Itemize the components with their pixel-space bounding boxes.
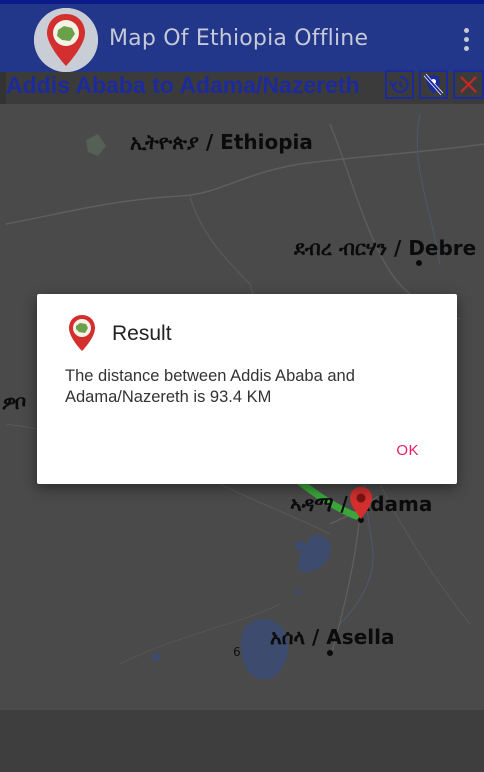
ok-button[interactable]: OK xyxy=(396,442,419,459)
road-number-label: 6 xyxy=(233,645,241,659)
city-dot-debre xyxy=(416,260,422,266)
dialog-message: The distance between Addis Ababa and Ada… xyxy=(65,367,355,406)
map-label-partial-left: ዎቦ xyxy=(2,390,27,414)
close-button[interactable] xyxy=(453,70,484,99)
route-title: Addis Ababa to Adama/Nazereth xyxy=(6,72,360,98)
more-vertical-icon[interactable] xyxy=(462,28,470,54)
app-title: Map Of Ethiopia Offline xyxy=(109,26,369,51)
close-icon xyxy=(460,76,477,93)
map-label-ethiopia: ኢትዮጵያ / Ethiopia xyxy=(130,130,313,154)
app-logo xyxy=(34,8,98,72)
location-off-button[interactable] xyxy=(419,70,448,99)
city-dot-asella xyxy=(327,650,333,656)
map-pin-logo-icon xyxy=(34,8,98,72)
history-button[interactable] xyxy=(385,70,414,99)
result-dialog: Result The distance between Addis Ababa … xyxy=(37,294,457,484)
map-bottom-area xyxy=(0,710,484,772)
dialog-title: Result xyxy=(112,322,172,345)
history-icon xyxy=(389,75,409,94)
map-label-debre: ደብረ ብርሃን / Debre B xyxy=(294,236,484,260)
map-pin-icon xyxy=(69,315,95,351)
map-pin-icon[interactable] xyxy=(349,486,373,520)
location-off-icon xyxy=(423,73,444,96)
app-bar: Map Of Ethiopia Offline xyxy=(0,0,484,72)
map-label-asella: አሰላ / Asella xyxy=(270,625,395,649)
